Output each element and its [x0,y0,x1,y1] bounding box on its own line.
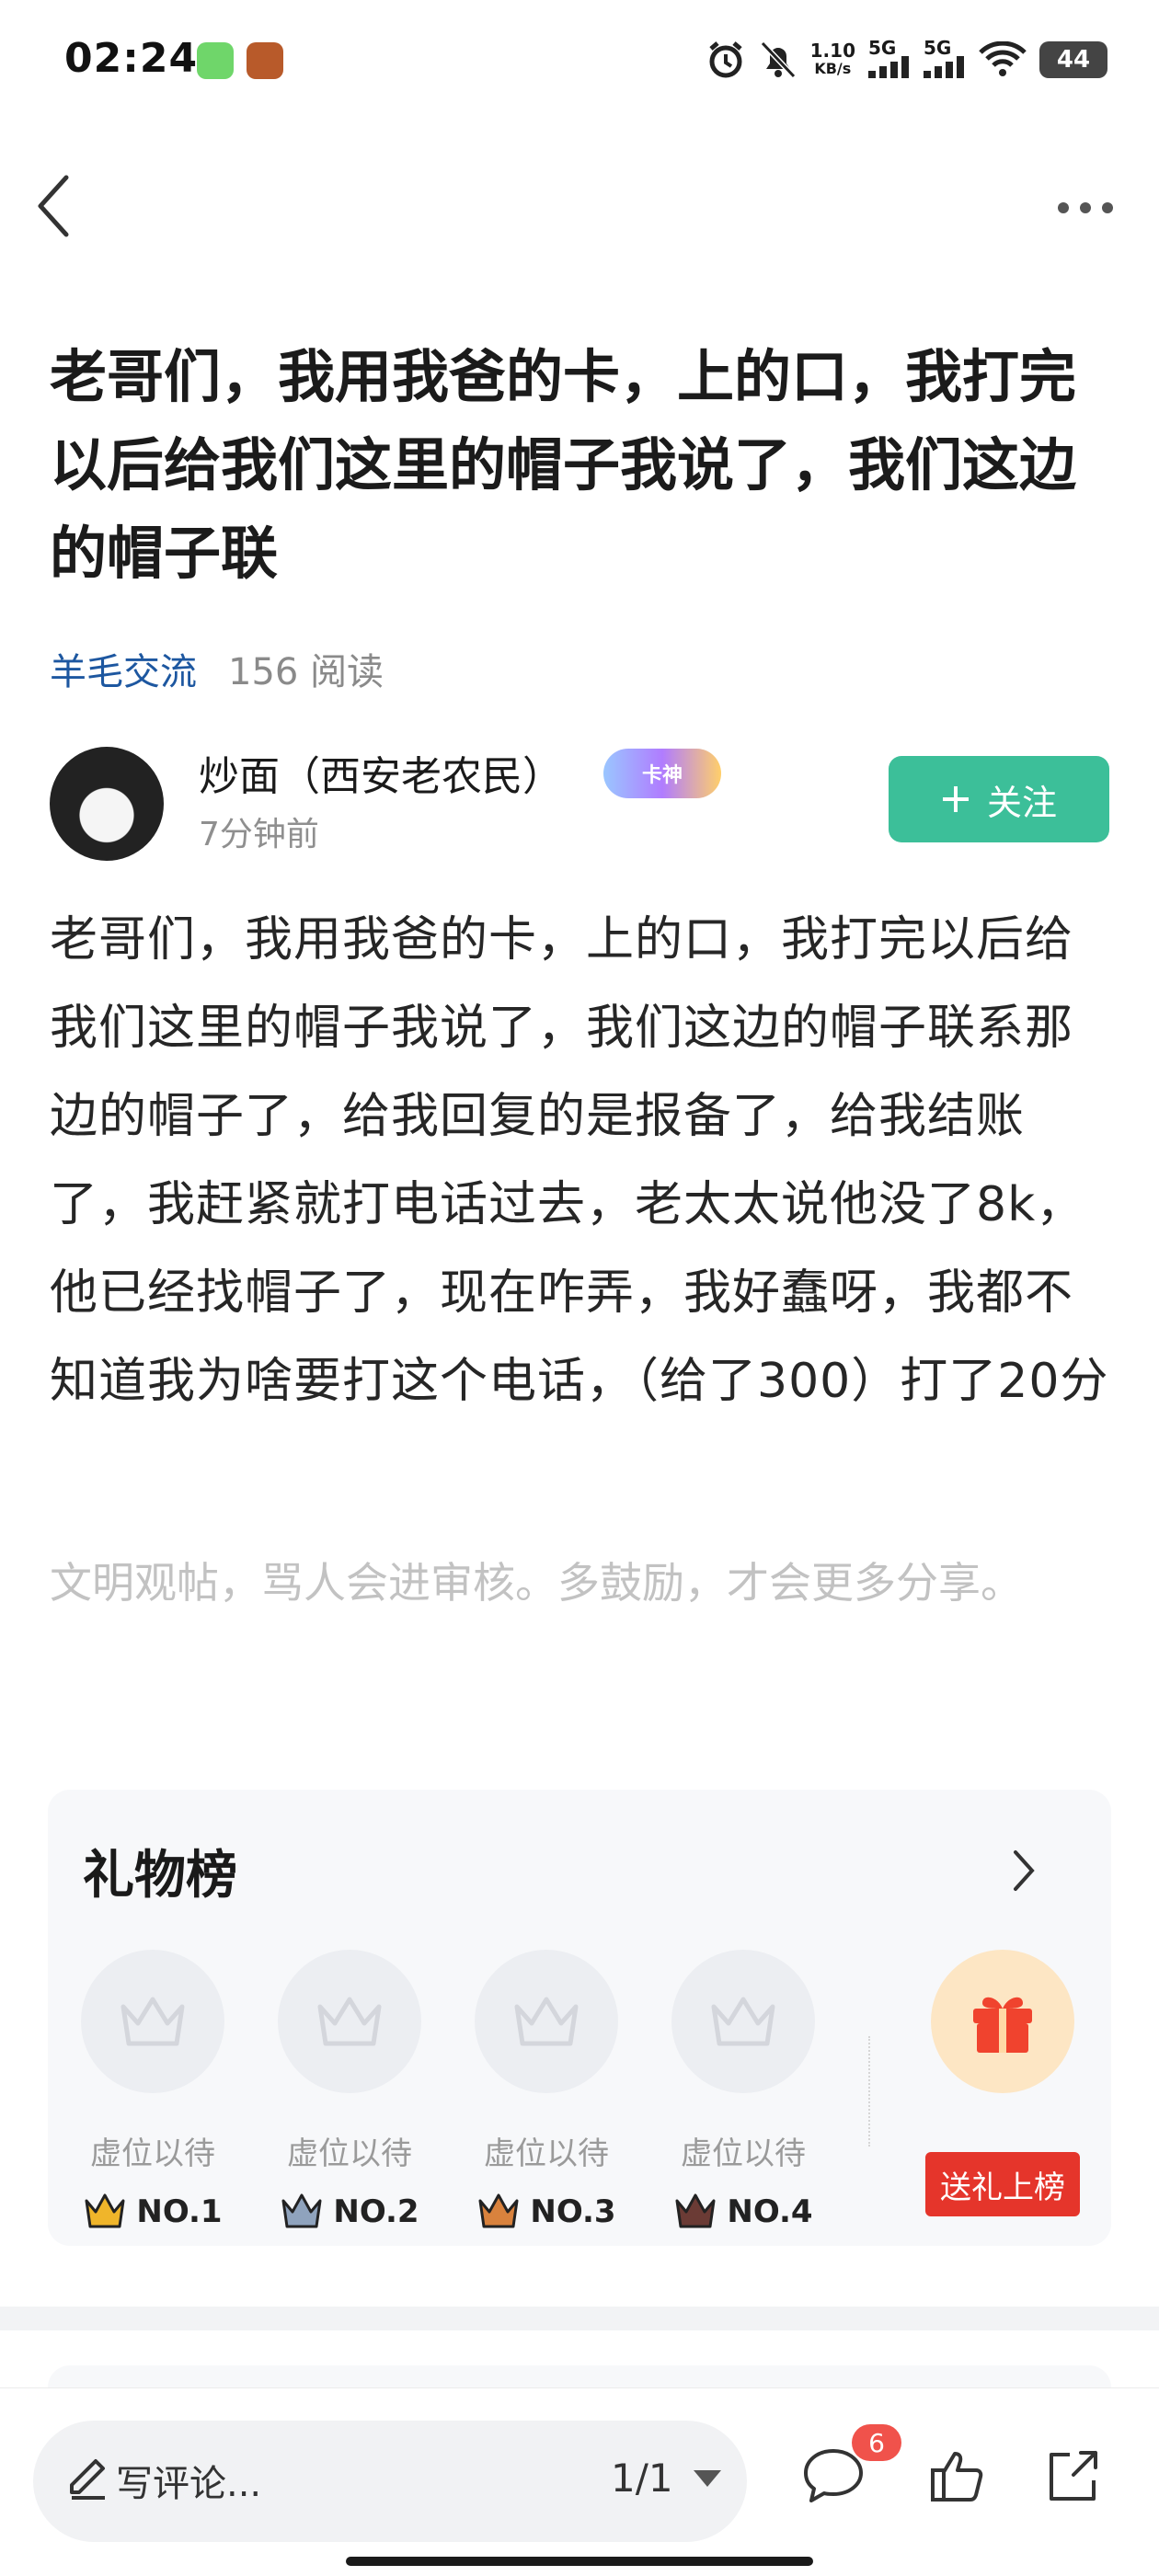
gift-slot[interactable]: 虚位以待 NO.3 [475,1950,618,2230]
edit-icon [70,2459,105,2500]
signal-2: 5G [924,37,966,80]
page-indicator[interactable]: 1/1 [611,2456,673,2501]
category-link[interactable]: 羊毛交流 [50,642,197,695]
caret-down-icon[interactable] [694,2470,721,2487]
send-gift-icon-button[interactable] [931,1950,1074,2093]
status-icons: 1.10 KB/s 5G 5G 44 [706,37,1107,83]
slot-rank-text: NO.3 [530,2193,616,2230]
pencil-icon [68,2450,110,2505]
slot-avatar [81,1950,224,2093]
slot-rank: NO.2 [278,2193,421,2230]
send-gift-button[interactable]: 送礼上榜 [925,2152,1080,2216]
slot-label: 虚位以待 [681,2135,806,2172]
plus-icon [942,786,969,812]
gift-slot[interactable]: 虚位以待 NO.2 [278,1950,421,2230]
slot-rank: NO.3 [475,2193,618,2230]
follow-label: 关注 [986,782,1057,823]
game-notification-icon [247,42,283,79]
crown-outline-icon [711,1997,775,2046]
author-name[interactable]: 炒面（西安老农民） [199,743,563,802]
gift-board-title: 礼物榜 [83,1846,237,1906]
author-badge: 卡神 [603,749,721,798]
read-count: 156 阅读 [228,651,384,693]
crown-icon [85,2193,125,2228]
slot-avatar [475,1950,618,2093]
slot-rank: NO.1 [81,2193,224,2230]
crown-outline-icon [317,1997,382,2046]
crown-outline-icon [514,1997,579,2046]
post-title: 老哥们，我用我爸的卡，上的口，我打完以后给我们这里的帽子我说了，我们这边的帽子联 [50,343,1077,587]
follow-button[interactable]: 关注 [889,756,1109,842]
post-body: 老哥们，我用我爸的卡，上的口，我打完以后给我们这里的帽子我说了，我们这边的帽子联… [50,912,1109,1409]
more-options-button[interactable] [1049,180,1122,235]
comment-placeholder[interactable]: 写评论... [116,2454,261,2507]
civility-hint: 文明观帖，骂人会进审核。多鼓励，才会更多分享。 [50,1558,1023,1608]
chevron-right-icon [1014,1850,1035,1891]
slot-label: 虚位以待 [287,2135,412,2172]
home-indicator[interactable] [346,2557,813,2566]
slot-rank-text: NO.4 [727,2193,813,2230]
crown-outline-icon [120,1997,185,2046]
crown-icon [675,2193,716,2228]
more-dots-icon [1058,202,1113,213]
battery-icon: 44 [1039,41,1107,78]
signal-bars-icon [868,56,909,78]
wifi-icon [979,41,1027,76]
back-button[interactable] [26,171,81,241]
back-arrow-icon [38,175,69,237]
net-speed-unit: KB/s [814,60,852,77]
signal-1: 5G [868,37,911,80]
net-speed: 1.10 KB/s [810,41,855,78]
slot-rank-text: NO.2 [333,2193,419,2230]
gift-divider [868,2036,870,2147]
slot-rank: NO.4 [671,2193,815,2230]
mute-icon [760,40,796,79]
thumbs-up-icon [931,2452,983,2502]
gift-slot[interactable]: 虚位以待 NO.4 [671,1950,815,2230]
post-meta: 羊毛交流 156 阅读 [50,642,384,695]
gift-board-more-button[interactable] [1003,1843,1045,1898]
slot-label: 虚位以待 [484,2135,609,2172]
section-separator [0,2307,1159,2330]
crown-icon [478,2193,519,2228]
crown-icon [281,2193,322,2228]
post-time: 7分钟前 [199,816,319,853]
slot-avatar [278,1950,421,2093]
net-speed-value: 1.10 [809,40,855,62]
gift-slot[interactable]: 虚位以待 NO.1 [81,1950,224,2230]
signal-2-label: 5G [924,37,952,59]
app-notification-icon [197,42,234,79]
author-avatar[interactable] [50,747,164,861]
signal-bars-icon [924,56,964,78]
slot-rank-text: NO.1 [136,2193,223,2230]
gift-box-icon [973,1997,1032,2053]
comment-count-badge: 6 [852,2424,901,2461]
slot-label: 虚位以待 [90,2135,215,2172]
slot-avatar [671,1950,815,2093]
alarm-icon [709,41,742,78]
signal-1-label: 5G [868,37,897,59]
status-time: 02:24 [64,35,199,82]
share-button[interactable] [1036,2439,1109,2513]
like-button[interactable] [920,2439,993,2513]
share-icon [1050,2451,1097,2501]
